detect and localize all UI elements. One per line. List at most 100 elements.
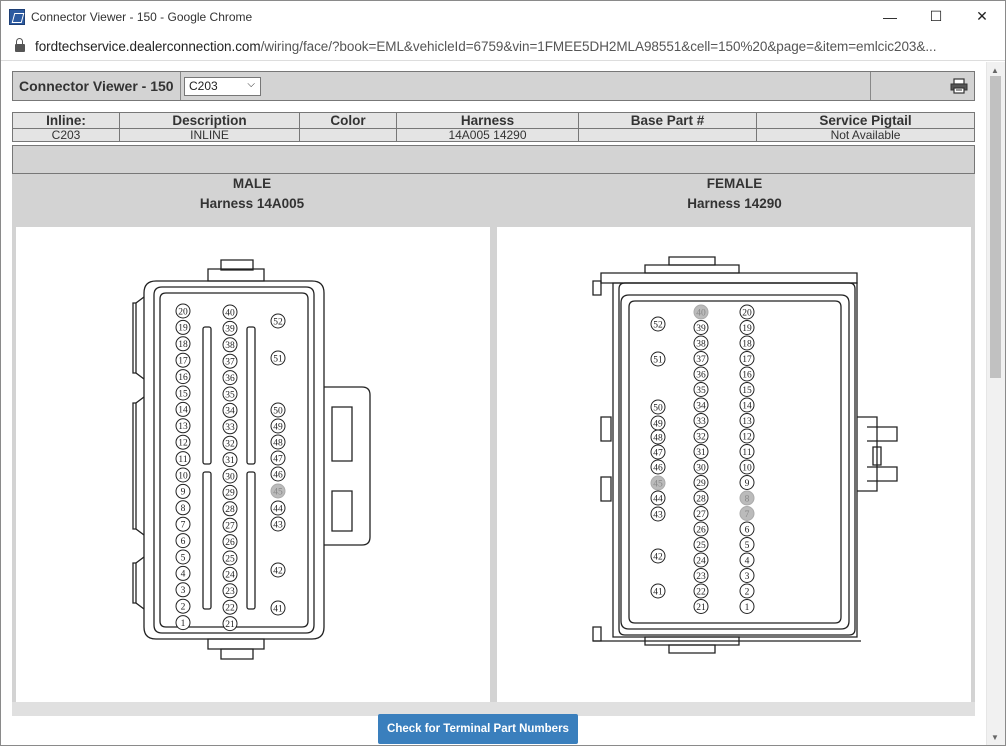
cell-service-pigtail: Not Available [756,128,975,142]
pin-label-38: 38 [225,341,235,351]
male-label: MALE [232,176,272,191]
pin-label-23: 23 [696,572,706,582]
col-header-service-pigtail: Service Pigtail [756,112,975,129]
pin-label-27: 27 [696,510,706,520]
female-label: FEMALE [706,176,763,191]
pin-label-11: 11 [178,455,187,465]
pin-label-46: 46 [273,470,283,480]
pin-label-15: 15 [178,389,188,399]
pin-label-35: 35 [696,386,706,396]
pin-label-40: 40 [225,308,235,318]
pin-label-36: 36 [225,374,235,384]
pin-label-47: 47 [653,448,663,458]
pin-label-6: 6 [181,537,186,547]
pin-label-28: 28 [225,505,235,515]
viewer-header: Connector Viewer - 150 C203 ⌵ [12,71,975,101]
pin-label-17: 17 [178,357,188,367]
cell-harness: 14A005 14290 [396,128,579,142]
pin-label-50: 50 [653,403,663,413]
male-connector-panel: 20 19 18 17 16 15 14 13 12 11 10 9 8 7 6 5 4 3 2 1 40 39 38 37 3… [16,227,490,704]
pin-label-13: 13 [742,417,752,427]
pin-label-41: 41 [653,587,663,597]
pin-label-18: 18 [178,340,188,350]
pin-label-16: 16 [178,373,188,383]
pin-label-37: 37 [696,355,706,365]
pin-label-39: 39 [225,325,235,335]
connector-info-table: Inline: Description Color Harness Base P… [12,112,975,142]
browser-window: Connector Viewer - 150 - Google Chrome —… [0,0,1006,746]
pin-label-51: 51 [273,354,283,364]
pin-label-30: 30 [225,472,235,482]
pin-label-52: 52 [273,317,283,327]
page-content: Connector Viewer - 150 C203 ⌵ Inline: Des… [1,62,986,745]
pin-label-21: 21 [696,603,706,613]
pin-label-10: 10 [178,471,188,481]
title-bar: Connector Viewer - 150 - Google Chrome —… [1,1,1005,32]
connector-select[interactable]: C203 ⌵ [184,77,261,96]
pin-label-48: 48 [273,438,283,448]
pin-label-35: 35 [225,390,235,400]
divider-bar [12,145,975,174]
pin-label-31: 31 [225,456,235,466]
scroll-up-icon[interactable]: ▲ [991,66,999,75]
pin-label-20: 20 [742,308,752,318]
pin-label-36: 36 [696,370,706,380]
pin-label-30: 30 [696,463,706,473]
pin-label-10: 10 [742,463,752,473]
window-title: Connector Viewer - 150 - Google Chrome [31,9,253,24]
pin-label-24: 24 [696,556,706,566]
pin-label-22: 22 [696,587,706,597]
pin-label-2: 2 [181,603,186,613]
male-connector-diagram: 2019181716151413121110987654321403938373… [132,259,371,660]
close-button[interactable]: ✕ [959,1,1005,32]
scroll-down-icon[interactable]: ▼ [991,733,999,742]
scroll-thumb[interactable] [990,76,1001,378]
pin-label-24: 24 [225,571,235,581]
pin-label-47: 47 [273,454,283,464]
pin-label-4: 4 [745,556,750,566]
pin-label-34: 34 [225,407,235,417]
printer-icon[interactable] [950,78,968,94]
pin-label-28: 28 [696,494,706,504]
cell-color [299,128,397,142]
minimize-button[interactable]: — [867,1,913,32]
female-connector-diagram: 4039383736353433323130292827262524232221… [592,256,898,654]
pin-label-33: 33 [225,423,235,433]
url-text[interactable]: fordtechservice.dealerconnection.com/wir… [35,39,1003,54]
male-label-block: MALE Harness 14A005 [12,174,492,214]
pin-label-12: 12 [178,439,188,449]
pin-label-7: 7 [181,521,186,531]
pin-label-26: 26 [225,538,235,548]
female-label-block: FEMALE Harness 14290 [494,174,975,214]
pin-label-17: 17 [742,355,752,365]
pin-label-5: 5 [181,553,186,563]
pin-label-42: 42 [653,552,663,562]
pin-label-40: 40 [696,308,706,318]
maximize-button[interactable]: ☐ [913,1,959,32]
pin-label-29: 29 [696,479,706,489]
pin-label-41: 41 [273,604,283,614]
pin-label-44: 44 [653,494,663,504]
pin-label-5: 5 [745,541,750,551]
chevron-down-icon: ⌵ [247,79,255,90]
lock-icon [15,38,25,52]
pin-label-27: 27 [225,522,235,532]
pin-label-42: 42 [273,566,283,576]
pin-label-44: 44 [273,504,283,514]
pin-label-52: 52 [653,320,663,330]
pin-label-50: 50 [273,406,283,416]
pin-label-1: 1 [745,603,750,613]
vertical-scrollbar[interactable]: ▲ ▼ [986,62,1005,745]
pin-label-25: 25 [696,541,706,551]
pin-label-25: 25 [225,554,235,564]
pin-label-3: 3 [745,572,750,582]
pin-label-39: 39 [696,324,706,334]
pin-label-32: 32 [696,432,706,442]
check-terminal-parts-button[interactable]: Check for Terminal Part Numbers [378,714,578,744]
address-bar[interactable]: fordtechservice.dealerconnection.com/wir… [1,32,1005,61]
pin-label-4: 4 [181,570,186,580]
pin-label-18: 18 [742,339,752,349]
pin-label-19: 19 [178,324,188,334]
pin-label-16: 16 [742,370,752,380]
pin-label-48: 48 [653,433,663,443]
